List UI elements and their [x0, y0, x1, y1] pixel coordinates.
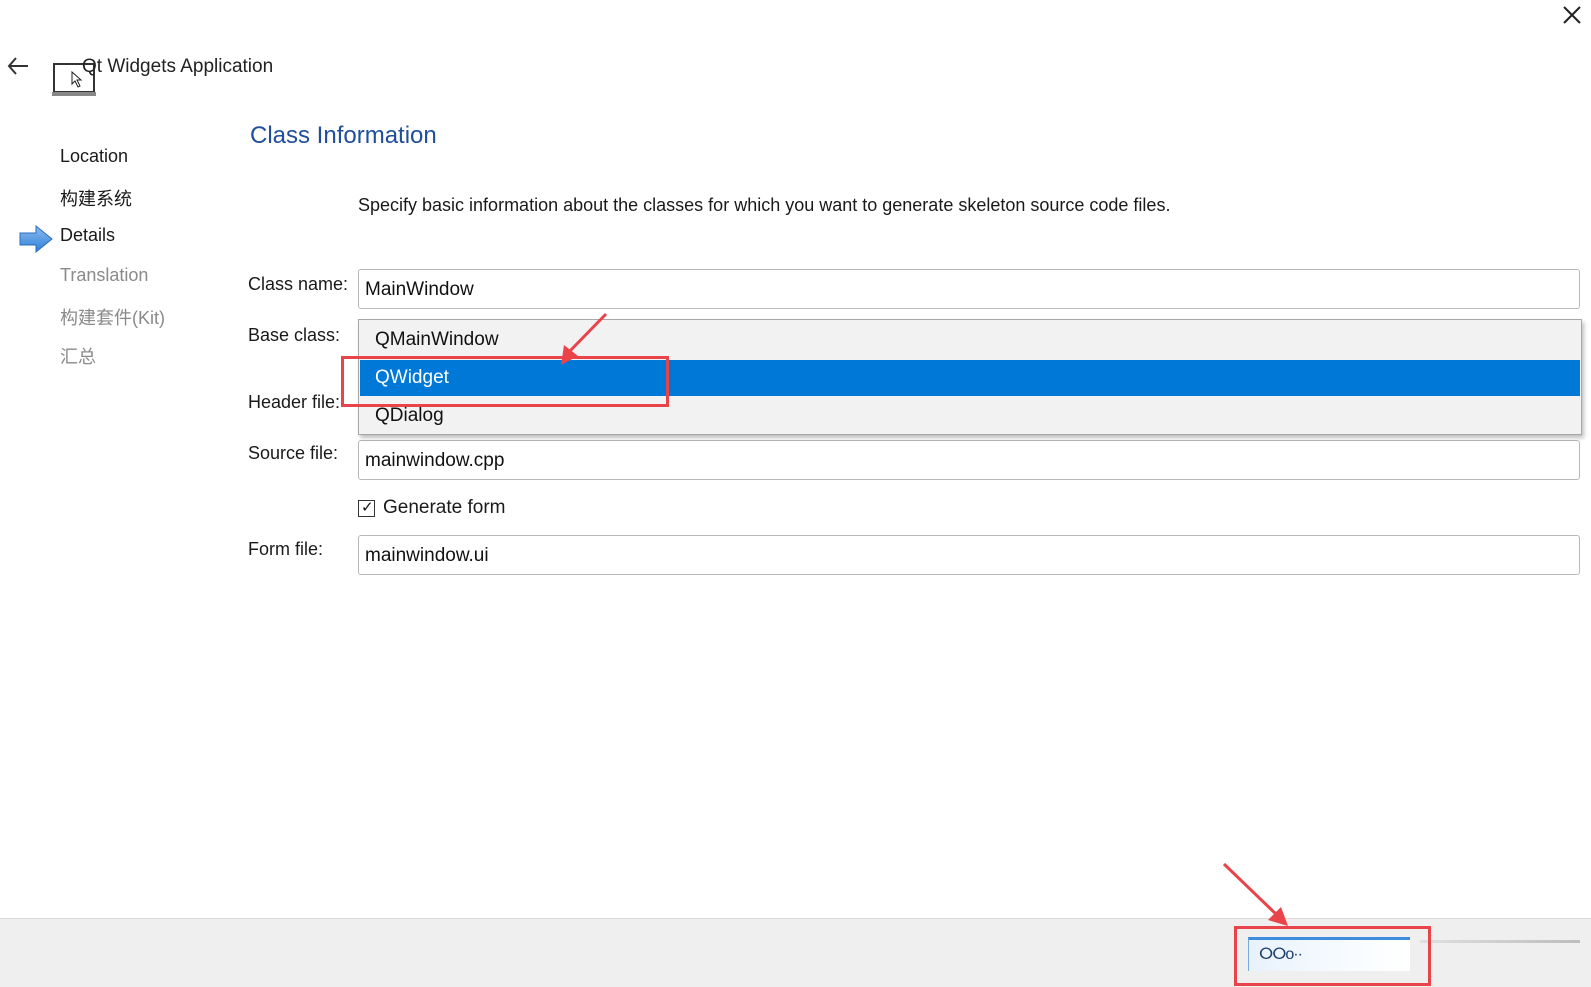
annotation-arrow-icon — [561, 312, 608, 365]
annotation-arrows — [561, 312, 1288, 926]
annotation-arrow-icon — [1222, 862, 1288, 926]
